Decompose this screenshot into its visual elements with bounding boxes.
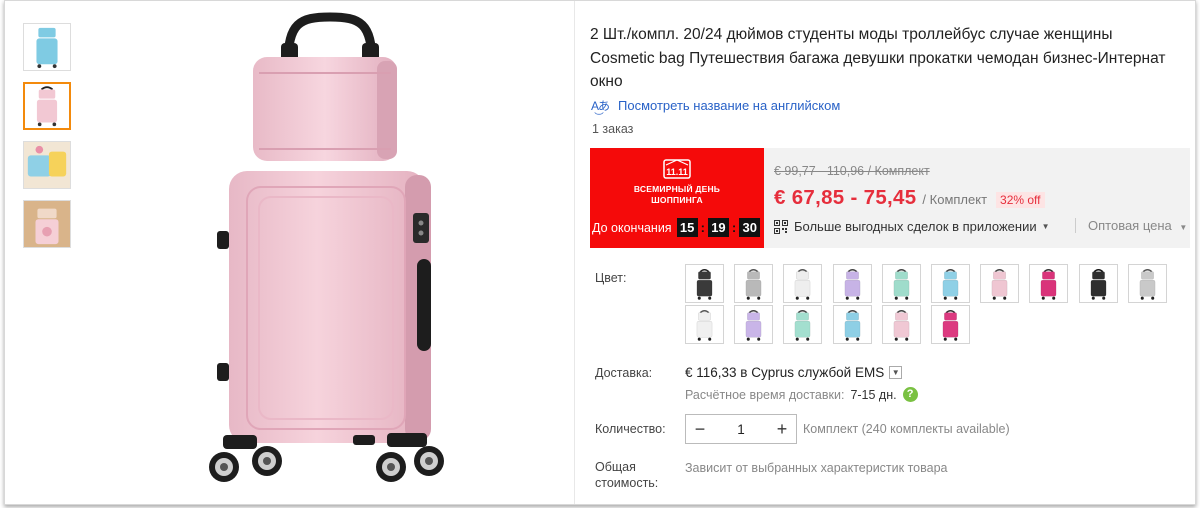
color-swatch-black-2[interactable] [1078,264,1118,303]
suitcase-icon [942,309,959,341]
color-swatch-purple[interactable] [832,264,872,303]
suitcase-icon [795,309,811,341]
sale-banner-line2: ШОППИНГА [651,195,703,205]
delivery-time-value: 7-15 дн. [850,387,897,402]
suitcase-icon [795,268,811,300]
product-title: 2 Шт./компл. 20/24 дюймов студенты моды … [590,26,1166,90]
countdown-seconds: 30 [739,218,761,237]
sale-banner-line1: ВСЕМИРНЫЙ ДЕНЬ [633,184,721,194]
color-swatch-gray[interactable] [734,264,774,303]
price-unit: / Комплект [922,192,988,207]
app-deals-label: Больше выгодных сделок в приложении [794,219,1037,234]
shopping-day-logo-icon: 11.11 [663,159,691,179]
suitcase-icon [844,309,860,341]
main-product-image[interactable] [95,1,570,504]
translate-link-label: Посмотреть название на английском [618,98,841,113]
discount-badge: 32% off [996,192,1045,208]
delivery-time: Расчётное время доставки: 7-15 дн. ? [685,387,918,402]
panel-divider [574,1,575,504]
suitcase-icon [1090,268,1106,300]
app-deals-dropdown[interactable]: Больше выгодных сделок в приложении ▼ [774,219,1050,234]
quantity-label: Количество: [595,422,666,436]
increase-quantity-button[interactable]: + [768,415,796,443]
color-swatch-blue[interactable] [931,264,970,303]
suitcase-icon [745,268,762,300]
countdown-label: До окончания [592,220,672,235]
suitcase-icon [991,268,1008,300]
shipping-price: € 116,33 в Cyprus службой EMS [685,365,885,380]
countdown-separator: : [700,220,705,235]
quantity-input[interactable]: 1 [714,422,768,437]
color-swatch-rose-2[interactable] [931,305,970,344]
color-label: Цвет: [595,271,627,285]
suitcase-icon [893,268,910,300]
product-detail-panel: 2 Шт./компл. 20/24 дюймов студенты моды … [4,0,1196,505]
current-price: € 67,85 - 75,45 [774,186,917,209]
price-row: € 67,85 - 75,45 / Комплект 32% off [774,186,1045,210]
qr-code-icon [774,219,788,234]
suitcase-icon [844,268,860,300]
color-swatch-black[interactable] [685,264,724,303]
color-swatch-rose[interactable] [1029,264,1069,303]
countdown-timer: До окончания 15 : 19 : 30 [592,218,761,237]
total-price-label: Общая стоимость: [595,460,659,490]
suitcase-icon [1041,268,1057,300]
thumbnail-lifestyle-2[interactable] [23,200,71,248]
suitcase-icon [942,268,959,300]
shipping-dropdown-icon[interactable]: ▼ [889,366,903,379]
translate-title-link[interactable]: A͜あ Посмотреть название на английском [591,97,840,114]
decrease-quantity-button[interactable]: − [686,415,714,443]
suitcase-icon [1139,268,1156,300]
thumbnail-lifestyle-1[interactable] [23,141,71,189]
wholesale-price-dropdown[interactable]: Оптовая цена ▼ [1075,218,1187,233]
wholesale-label: Оптовая цена [1088,218,1172,233]
chevron-down-icon: ▼ [1041,222,1050,231]
countdown-minutes: 19 [707,218,729,237]
color-swatch-mint[interactable] [881,264,921,303]
suitcase-icon [696,268,713,300]
color-swatch-mint-2[interactable] [783,305,823,344]
suitcase-icon [745,309,762,341]
suitcase-icon [696,309,713,341]
countdown-separator: : [731,220,737,235]
shopping-day-logo-text: 11.11 [666,167,688,177]
quantity-stepper: − 1 + [685,414,797,444]
total-price-note: Зависит от выбранных характеристик товар… [685,461,948,475]
countdown-hours: 15 [676,218,698,237]
help-icon[interactable]: ? [902,387,918,402]
color-swatch-white-2[interactable] [685,305,724,344]
chevron-down-icon: ▼ [1179,223,1188,232]
color-swatch-blue-2[interactable] [832,305,872,344]
thumbnail-strip [23,23,71,259]
shipping-label: Доставка: [595,366,653,380]
original-price: € 99,77 - 110,96 / Комплект [774,164,930,178]
sale-banner-text: ВСЕМИРНЫЙ ДЕНЬ ШОППИНГА [590,184,764,206]
color-swatch-purple-2[interactable] [734,305,774,344]
color-swatch-pink-2[interactable] [881,305,921,344]
sale-banner: 11.11 ВСЕМИРНЫЙ ДЕНЬ ШОППИНГА До окончан… [590,148,764,248]
color-swatch-silver[interactable] [1127,264,1167,303]
order-count: 1 заказ [592,122,634,136]
translate-icon: A͜あ [591,99,610,113]
delivery-time-label: Расчётное время доставки: [685,387,845,402]
quantity-availability: Комплект (240 комплекты available) [803,422,1010,436]
thumbnail-blue-suitcase[interactable] [23,23,71,71]
thumbnail-pink-suitcase[interactable] [23,82,71,130]
color-swatch-white[interactable] [783,264,823,303]
suitcase-icon [893,309,910,341]
promo-block: 11.11 ВСЕМИРНЫЙ ДЕНЬ ШОППИНГА До окончан… [590,148,1190,248]
shipping-option: € 116,33 в Cyprus службой EMS ▼ [685,365,903,380]
color-swatch-pink[interactable] [980,264,1020,303]
